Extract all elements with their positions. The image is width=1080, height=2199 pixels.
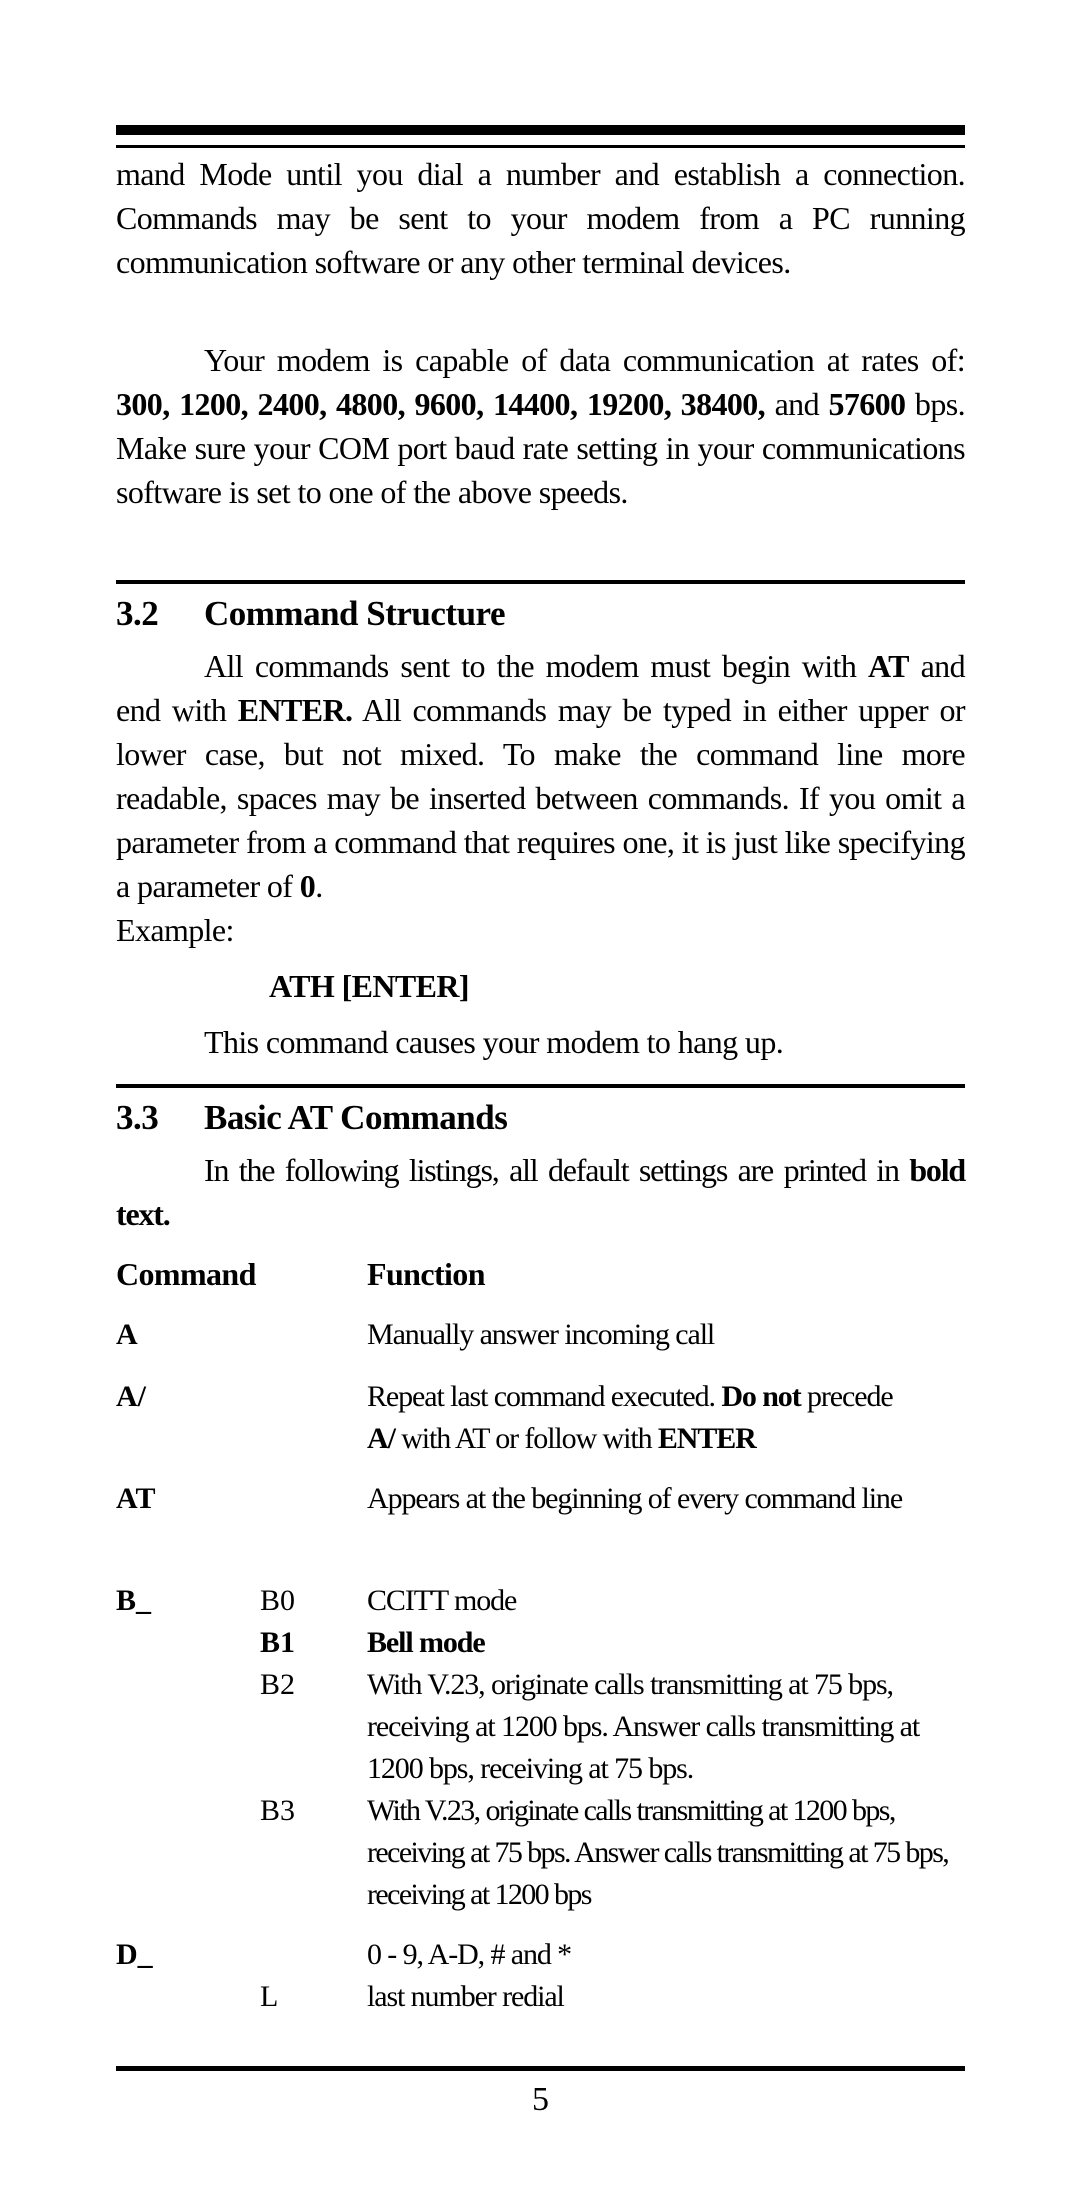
bold-enter: ENTER. bbox=[237, 692, 353, 728]
param-name: B3 bbox=[260, 1794, 296, 1827]
text: with AT or follow with bbox=[394, 1422, 658, 1455]
command-name: B_ bbox=[116, 1584, 152, 1617]
footer-rule bbox=[116, 2066, 965, 2071]
command-name: D_ bbox=[116, 1938, 153, 1971]
text: Repeat last command executed. bbox=[367, 1380, 722, 1413]
rates-list: 300, 1200, 2400, 4800, 9600, 14400, 1920… bbox=[116, 386, 766, 422]
text: In the following listings, all default s… bbox=[204, 1152, 910, 1188]
bold-zero: 0 bbox=[299, 868, 316, 904]
bold-do-not: Do not bbox=[721, 1380, 801, 1413]
section-number: 3.3 bbox=[116, 1098, 159, 1137]
param-function: last number redial bbox=[367, 1980, 565, 2013]
param-name-default: B1 bbox=[260, 1626, 296, 1659]
param-function-default: Bell mode bbox=[367, 1626, 486, 1659]
section-rule bbox=[116, 1084, 965, 1088]
param-name: B0 bbox=[260, 1584, 296, 1617]
command-name: A/ bbox=[116, 1380, 146, 1413]
example-description: This command causes your modem to hang u… bbox=[204, 1024, 784, 1060]
param-function: With V.23, originate calls transmitting … bbox=[367, 1668, 920, 1785]
param-name: L bbox=[260, 1980, 279, 2013]
command-name: AT bbox=[116, 1482, 156, 1515]
text: All commands sent to the modem must begi… bbox=[204, 648, 868, 684]
example-label: Example: bbox=[116, 912, 234, 948]
command-function: Manually answer incoming call bbox=[367, 1318, 715, 1351]
page-number: 5 bbox=[532, 2081, 549, 2118]
header-rule-thin bbox=[116, 145, 965, 148]
param-function: With V.23, originate calls transmitting … bbox=[367, 1794, 950, 1911]
section-number: 3.2 bbox=[116, 594, 159, 633]
column-header-command: Command bbox=[116, 1256, 256, 1292]
command-function: Repeat last command executed. Do not pre… bbox=[367, 1376, 967, 1460]
bold-enter: ENTER bbox=[657, 1422, 757, 1455]
param-name: B2 bbox=[260, 1668, 296, 1701]
command-function: 0 - 9, A-D, # and * bbox=[367, 1938, 572, 1971]
command-name: A bbox=[116, 1318, 138, 1351]
bold-at: AT bbox=[867, 648, 909, 684]
text: . bbox=[315, 868, 323, 904]
section-title: Basic AT Commands bbox=[204, 1098, 508, 1137]
defaults-note-paragraph: In the following listings, all default s… bbox=[116, 1148, 966, 1236]
command-structure-paragraph: All commands sent to the modem must begi… bbox=[116, 644, 966, 908]
header-rule-thick bbox=[116, 125, 965, 135]
rate-57600: 57600 bbox=[828, 386, 906, 422]
command-function: Appears at the beginning of every comman… bbox=[367, 1482, 903, 1515]
bold-a-slash: A/ bbox=[367, 1422, 396, 1455]
column-header-function: Function bbox=[367, 1256, 485, 1292]
rates-intro: Your modem is capable of data communicat… bbox=[204, 342, 966, 378]
param-function: CCITT mode bbox=[367, 1584, 517, 1617]
example-command: ATH [ENTER] bbox=[269, 968, 470, 1004]
rates-and: and bbox=[765, 386, 829, 422]
text: precede bbox=[800, 1380, 894, 1413]
continuation-paragraph: mand Mode until you dial a number and es… bbox=[116, 156, 966, 280]
baud-rates-paragraph: Your modem is capable of data communicat… bbox=[116, 338, 966, 514]
section-title: Command Structure bbox=[204, 594, 505, 633]
section-rule bbox=[116, 580, 965, 584]
